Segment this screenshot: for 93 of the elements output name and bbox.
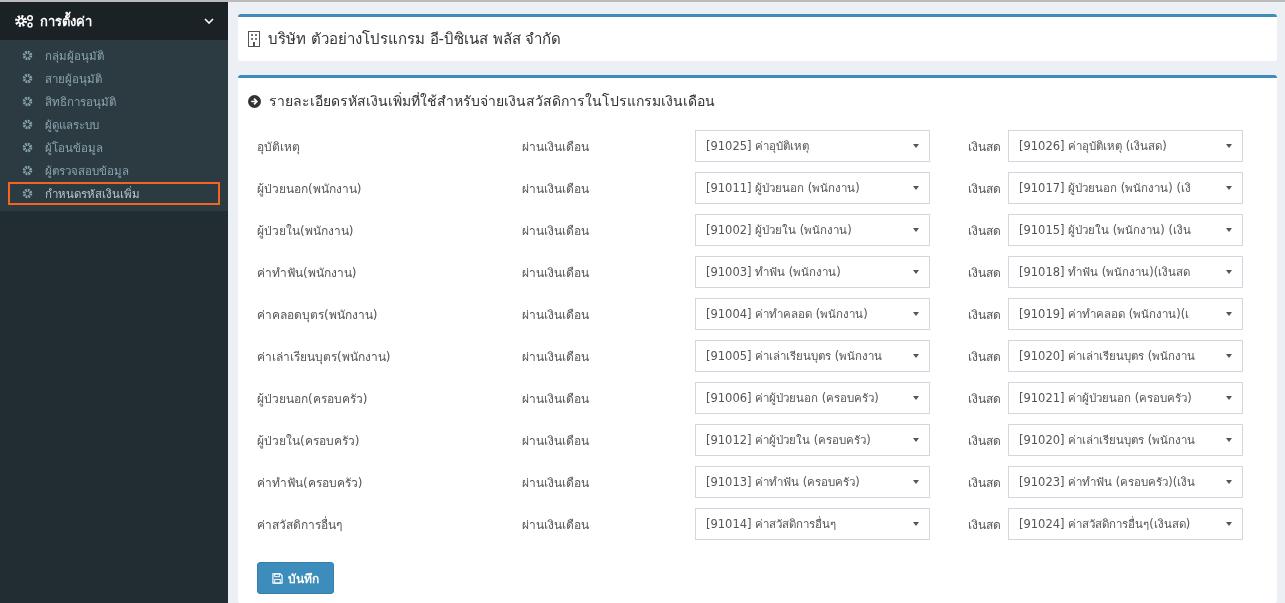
sidebar-item[interactable]: ผู้โอนข้อมูล <box>8 136 220 159</box>
field-label: เงินสด <box>967 474 1002 492</box>
payroll-code-select[interactable]: [91014] ค่าสวัสดิการอื่นๆ <box>695 508 930 540</box>
field-label: ผ่านเงินเดือน <box>522 180 590 198</box>
save-icon <box>272 572 283 584</box>
cash-code-select[interactable]: [91018] ทำฟัน (พนักงาน)(เงินสด <box>1008 256 1243 288</box>
payroll-code-select[interactable]: [91006] ค่าผู้ป่วยนอก (ครอบครัว) <box>695 382 930 414</box>
cash-code-select[interactable]: [91015] ผู้ป่วยใน (พนักงาน) (เงิน <box>1008 214 1243 246</box>
cash-code-select[interactable]: [91026] ค่าอุบัติเหตุ (เงินสด) <box>1008 130 1243 162</box>
caret-icon <box>1226 186 1232 190</box>
payroll-code-select[interactable]: [91012] ค่าผู้ป่วยใน (ครอบครัว) <box>695 424 930 456</box>
field-label: เงินสด <box>967 180 1002 198</box>
sidebar-item[interactable]: ผู้ดูแลระบบ <box>8 113 220 136</box>
gear-icon <box>22 50 33 61</box>
sidebar-item[interactable]: สายผู้อนุมัติ <box>8 67 220 90</box>
field-label: ผู้ป่วยนอก(พนักงาน) <box>257 180 363 198</box>
form-title: รายละเอียดรหัสเงินเพิ่มที่ใช้สำหรับจ่ายเงินสวัสดิการในโปรแกรมเงินเดือน <box>269 91 715 111</box>
caret-icon <box>913 144 919 148</box>
caret-icon <box>913 312 919 316</box>
field-label: ค่าเล่าเรียนบุตร(พนักงาน) <box>257 348 392 366</box>
gear-icon <box>22 142 33 153</box>
gear-icon <box>22 73 33 84</box>
caret-icon <box>1226 438 1232 442</box>
payroll-code-select[interactable]: [91002] ผู้ป่วยใน (พนักงาน) <box>695 214 930 246</box>
field-label: เงินสด <box>967 138 1002 156</box>
gear-icon <box>22 96 33 107</box>
field-label: ค่าทำฟัน(พนักงาน) <box>257 264 358 282</box>
building-icon <box>248 31 260 47</box>
field-label: ผู้ป่วยใน(พนักงาน) <box>257 222 355 240</box>
caret-icon <box>1226 522 1232 526</box>
field-label: ผู้ป่วยใน(ครอบครัว) <box>257 432 361 450</box>
sidebar-item[interactable]: สิทธิการอนุมัติ <box>8 90 220 113</box>
field-label: ผ่านเงินเดือน <box>522 348 590 366</box>
caret-icon <box>913 480 919 484</box>
payroll-code-select[interactable]: [91004] ค่าทำคลอด (พนักงาน) <box>695 298 930 330</box>
caret-icon <box>913 228 919 232</box>
cash-code-select[interactable]: [91024] ค่าสวัสดิการอื่นๆ(เงินสด) <box>1008 508 1243 540</box>
cash-code-select[interactable]: [91021] ค่าผู้ป่วยนอก (ครอบครัว) <box>1008 382 1243 414</box>
gear-icon <box>22 165 33 176</box>
payroll-code-select[interactable]: [91025] ค่าอุบัติเหตุ <box>695 130 930 162</box>
caret-icon <box>913 522 919 526</box>
caret-icon <box>913 438 919 442</box>
gear-icon <box>22 119 33 130</box>
caret-icon <box>1226 354 1232 358</box>
gear-icon <box>22 188 33 199</box>
cash-code-select[interactable]: [91023] ค่าทำฟัน (ครอบครัว)(เงิน <box>1008 466 1243 498</box>
field-label: ผ่านเงินเดือน <box>522 222 590 240</box>
field-label: ค่าสวัสดิการอื่นๆ <box>257 515 343 534</box>
payroll-code-select[interactable]: [91003] ทำฟัน (พนักงาน) <box>695 256 930 288</box>
field-label: ค่าทำฟัน(ครอบครัว) <box>257 474 364 492</box>
caret-icon <box>1226 228 1232 232</box>
field-label: เงินสด <box>967 222 1002 240</box>
field-label: ผ่านเงินเดือน <box>522 474 590 492</box>
field-label: ค่าคลอดบุตร(พนักงาน) <box>257 306 379 324</box>
sidebar-header[interactable]: การตั้งค่า <box>0 2 228 40</box>
caret-icon <box>1226 396 1232 400</box>
cash-code-select[interactable]: [91020] ค่าเล่าเรียนบุตร (พนักงาน <box>1008 340 1243 372</box>
sidebar-item[interactable]: กลุ่มผู้อนุมัติ <box>8 44 220 67</box>
cash-code-select[interactable]: [91020] ค่าเล่าเรียนบุตร (พนักงาน <box>1008 424 1243 456</box>
field-label: เงินสด <box>967 516 1002 534</box>
payroll-code-select[interactable]: [91011] ผู้ป่วยนอก (พนักงาน) <box>695 172 930 204</box>
field-label: ผ่านเงินเดือน <box>522 432 590 450</box>
caret-icon <box>913 186 919 190</box>
field-label: อุบัติเหตุ <box>257 138 301 156</box>
field-label: เงินสด <box>967 390 1002 408</box>
caret-icon <box>913 270 919 274</box>
arrow-circle-icon <box>248 94 261 108</box>
caret-icon <box>913 354 919 358</box>
caret-icon <box>1226 312 1232 316</box>
field-label: ผ่านเงินเดือน <box>522 138 590 156</box>
caret-icon <box>1226 270 1232 274</box>
field-label: ผ่านเงินเดือน <box>522 516 590 534</box>
field-label: เงินสด <box>967 306 1002 324</box>
caret-icon <box>913 396 919 400</box>
chevron-icon <box>204 18 214 24</box>
field-label: ผู้ป่วยนอก(ครอบครัว) <box>257 390 369 408</box>
cash-code-select[interactable]: [91019] ค่าทำคลอด (พนักงาน)(เ <box>1008 298 1243 330</box>
field-label: ผ่านเงินเดือน <box>522 390 590 408</box>
field-label: เงินสด <box>967 348 1002 366</box>
gears-icon <box>14 14 34 28</box>
save-button[interactable]: บันทึก <box>257 562 334 594</box>
field-label: เงินสด <box>967 432 1002 450</box>
field-label: เงินสด <box>967 264 1002 282</box>
caret-icon <box>1226 144 1232 148</box>
caret-icon <box>1226 480 1232 484</box>
field-label: ผ่านเงินเดือน <box>522 264 590 282</box>
payroll-code-select[interactable]: [91005] ค่าเล่าเรียนบุตร (พนักงาน <box>695 340 930 372</box>
field-label: ผ่านเงินเดือน <box>522 306 590 324</box>
company-name: บริษัท ตัวอย่างโปรแกรม อี-บิซิเนส พลัส จำกัด <box>268 29 562 50</box>
sidebar-item[interactable]: ผู้ตรวจสอบข้อมูล <box>8 159 220 182</box>
payroll-code-select[interactable]: [91013] ค่าทำฟัน (ครอบครัว) <box>695 466 930 498</box>
cash-code-select[interactable]: [91017] ผู้ป่วยนอก (พนักงาน) (เงิ <box>1008 172 1243 204</box>
sidebar-item[interactable]: กำหนดรหัสเงินเพิ่ม <box>8 182 220 205</box>
